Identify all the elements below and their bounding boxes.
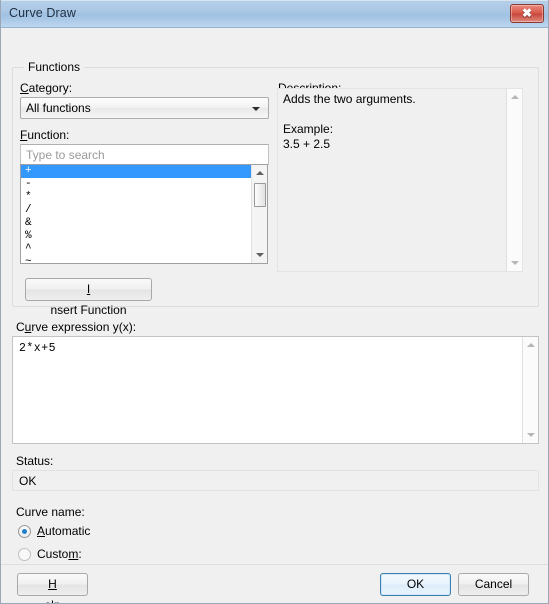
list-item[interactable]: / <box>21 204 252 217</box>
list-item[interactable]: & <box>21 217 252 230</box>
triangle-down-icon <box>256 253 264 257</box>
help-button[interactable]: Help <box>17 573 88 603</box>
expression-scrollbar[interactable] <box>522 337 538 443</box>
scrollbar-thumb[interactable] <box>254 183 266 207</box>
category-label-rest: ategory: <box>28 81 73 95</box>
list-item[interactable]: ~ <box>21 256 252 263</box>
description-box: Adds the two arguments. Example: 3.5 + 2… <box>277 88 523 272</box>
dialog-footer: Help OK Cancel <box>1 564 548 603</box>
status-box: OK <box>12 470 539 491</box>
expression-label: Curve expression y(x): <box>16 320 136 334</box>
cancel-button[interactable]: Cancel <box>458 573 529 596</box>
scroll-up-button[interactable] <box>523 337 538 353</box>
list-item[interactable]: ^ <box>21 243 252 256</box>
function-label-rest: unction: <box>27 128 70 142</box>
triangle-down-icon <box>527 433 535 437</box>
scroll-down-button[interactable] <box>523 427 538 443</box>
functions-groupbox-legend: Functions <box>24 60 85 74</box>
insert-function-button[interactable]: Insert Function <box>25 278 152 317</box>
triangle-up-icon <box>511 95 519 99</box>
expression-textarea[interactable]: 2*x+5 <box>12 336 539 444</box>
ok-button[interactable]: OK <box>380 573 451 596</box>
title-bar: Curve Draw ✖ <box>1 0 548 28</box>
function-listbox[interactable]: + - * / & % ^ ~ <box>20 164 268 264</box>
expression-label-pre: C <box>16 320 25 334</box>
scroll-up-button[interactable] <box>252 165 267 181</box>
chevron-down-icon <box>252 107 260 111</box>
radio-custom-indicator[interactable] <box>18 548 31 561</box>
function-list-items: + - * / & % ^ ~ <box>21 165 252 263</box>
triangle-up-icon <box>527 343 535 347</box>
radio-automatic-indicator[interactable] <box>18 525 31 538</box>
scroll-down-button[interactable] <box>507 255 522 271</box>
radio-automatic-label: Automatic <box>37 524 91 538</box>
function-search-input[interactable]: Type to search <box>20 144 269 165</box>
triangle-up-icon <box>256 171 264 175</box>
category-label: Category: <box>20 81 72 95</box>
category-label-accel: C <box>20 81 29 95</box>
function-list-scrollbar[interactable] <box>251 165 267 263</box>
list-item[interactable]: - <box>21 178 252 191</box>
function-search-placeholder: Type to search <box>26 148 105 162</box>
expression-label-rest: rve expression y(x): <box>31 320 137 334</box>
list-item[interactable]: % <box>21 230 252 243</box>
close-icon: ✖ <box>521 6 533 20</box>
curve-draw-dialog: Curve Draw ✖ Functions Category: All fun… <box>0 0 549 604</box>
scroll-up-button[interactable] <box>507 89 522 105</box>
curve-name-label: Curve name: <box>16 505 85 519</box>
category-combobox[interactable]: All functions <box>20 97 269 119</box>
list-item[interactable]: + <box>21 165 252 178</box>
category-combobox-value: All functions <box>26 101 91 115</box>
triangle-down-icon <box>511 261 519 265</box>
close-button[interactable]: ✖ <box>510 4 544 23</box>
help-button-label: Help <box>44 577 60 603</box>
status-value: OK <box>19 474 37 488</box>
window-title: Curve Draw <box>9 6 76 20</box>
expression-value: 2*x+5 <box>19 342 57 355</box>
insert-function-button-label: Insert Function <box>50 282 127 317</box>
radio-custom-label: Custom: <box>37 547 82 561</box>
description-scrollbar[interactable] <box>506 89 522 271</box>
cancel-button-label: Cancel <box>474 577 513 591</box>
function-label: Function: <box>20 128 69 142</box>
scroll-down-button[interactable] <box>252 247 267 263</box>
list-item[interactable]: * <box>21 191 252 204</box>
status-label: Status: <box>16 454 54 468</box>
ok-button-label: OK <box>406 577 425 591</box>
dialog-client-area: Functions Category: All functions Functi… <box>1 28 548 603</box>
description-text: Adds the two arguments. Example: 3.5 + 2… <box>283 92 416 151</box>
